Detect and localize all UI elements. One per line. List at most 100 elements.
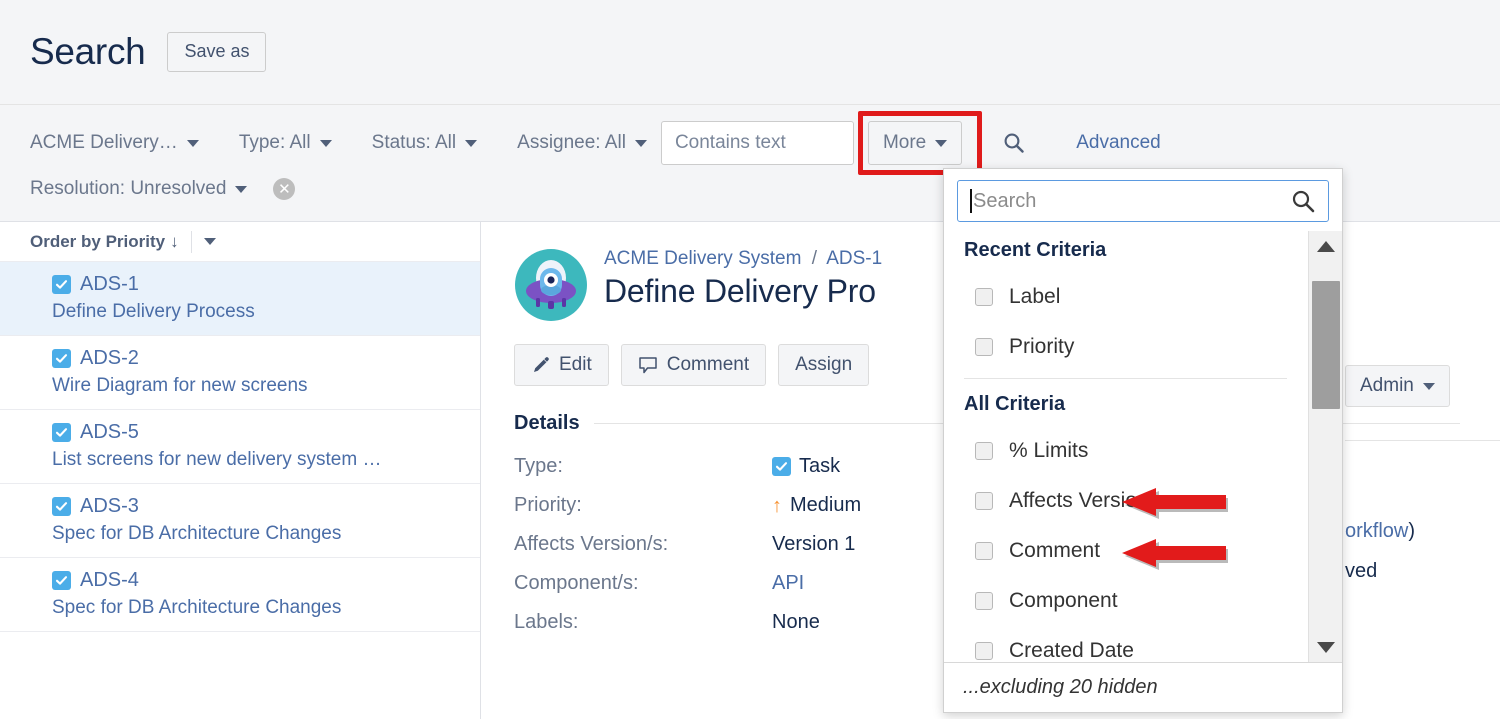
save-as-button[interactable]: Save as [167, 32, 266, 72]
list-item[interactable]: ADS-2 Wire Diagram for new screens [0, 336, 480, 410]
criteria-item-label[interactable]: Label [944, 272, 1307, 322]
chevron-down-icon [1423, 383, 1435, 390]
field-value: None [772, 611, 820, 634]
divider [1345, 440, 1500, 441]
excluded-hidden-note: ...excluding 20 hidden [944, 662, 1342, 712]
assignee-filter-dropdown[interactable]: Assignee: All [517, 124, 661, 162]
criteria-item-created-date[interactable]: Created Date [944, 626, 1307, 662]
assign-button-label: Assign [795, 354, 852, 376]
clear-filters-icon[interactable]: ✕ [273, 178, 295, 200]
field-label: Priority: [514, 494, 772, 517]
criteria-item-affects-version[interactable]: Affects Version [944, 476, 1307, 526]
advanced-search-link[interactable]: Advanced [1076, 132, 1161, 154]
criteria-list-body: Recent Criteria Label Priority All Crite… [944, 231, 1342, 662]
resolution-text-fragment: ved [1345, 560, 1377, 583]
field-value: Medium [790, 494, 861, 517]
checkbox-icon[interactable] [975, 542, 993, 560]
text-cursor [970, 189, 972, 213]
task-icon [772, 457, 791, 476]
criteria-label: Affects Version [1009, 489, 1149, 513]
type-filter-label: Type: All [239, 132, 311, 154]
criteria-item-comment[interactable]: Comment [944, 526, 1307, 576]
checkbox-icon[interactable] [975, 442, 993, 460]
more-button-wrapper: More [868, 121, 962, 165]
criteria-label: Priority [1009, 335, 1074, 359]
issue-summary: Wire Diagram for new screens [52, 375, 464, 397]
issue-key: ADS-3 [80, 495, 139, 518]
issue-title: Define Delivery Pro [604, 273, 882, 310]
resolution-filter-dropdown[interactable]: Resolution: Unresolved [30, 170, 261, 208]
breadcrumb-issue-link[interactable]: ADS-1 [826, 248, 882, 269]
issue-list-header: Order by Priority ↓ [0, 222, 480, 262]
list-item[interactable]: ADS-1 Define Delivery Process [0, 262, 480, 336]
criteria-scrollbar[interactable] [1308, 231, 1342, 662]
scroll-up-arrow-icon[interactable] [1309, 231, 1342, 261]
criteria-search-field[interactable]: Search [957, 180, 1329, 222]
criteria-label: % Limits [1009, 439, 1088, 463]
type-filter-dropdown[interactable]: Type: All [239, 124, 346, 162]
issue-summary: List screens for new delivery system … [52, 449, 464, 471]
field-value-wrapper: ↑ Medium [772, 494, 861, 517]
task-icon [52, 423, 71, 442]
field-value-link[interactable]: API [772, 572, 804, 595]
breadcrumb: ACME Delivery System / ADS-1 [604, 248, 882, 270]
page-header: Search Save as [0, 0, 1500, 105]
criteria-item-priority[interactable]: Priority [944, 322, 1307, 372]
checkbox-icon[interactable] [975, 592, 993, 610]
order-by-button[interactable]: Order by Priority ↓ [30, 232, 179, 252]
comment-button-label: Comment [667, 354, 749, 376]
order-by-chevron-down-icon[interactable] [204, 238, 216, 245]
breadcrumb-project-link[interactable]: ACME Delivery System [604, 248, 801, 269]
scrollbar-thumb[interactable] [1312, 281, 1340, 409]
contains-text-input[interactable] [661, 121, 854, 165]
criteria-item-component[interactable]: Component [944, 576, 1307, 626]
criteria-item-percent-limits[interactable]: % Limits [944, 426, 1307, 476]
criteria-label: Component [1009, 589, 1118, 613]
status-filter-dropdown[interactable]: Status: All [372, 124, 492, 162]
divider [191, 231, 192, 253]
field-label: Affects Version/s: [514, 533, 772, 556]
project-filter-label: ACME Delivery… [30, 132, 178, 154]
chevron-down-icon [235, 186, 247, 193]
task-icon [52, 571, 71, 590]
status-filter-label: Status: All [372, 132, 457, 154]
chevron-down-icon [935, 140, 947, 147]
edit-button[interactable]: Edit [514, 344, 609, 386]
details-heading: Details [514, 412, 580, 435]
checkbox-icon[interactable] [975, 288, 993, 306]
assign-button[interactable]: Assign [778, 344, 869, 386]
issue-summary: Spec for DB Architecture Changes [52, 523, 464, 545]
checkbox-icon[interactable] [975, 492, 993, 510]
list-item[interactable]: ADS-5 List screens for new delivery syst… [0, 410, 480, 484]
more-button-label: More [883, 132, 926, 154]
speech-bubble-icon [638, 356, 658, 375]
issue-heading-block: ACME Delivery System / ADS-1 Define Deli… [604, 248, 882, 322]
issue-key-row: ADS-4 [52, 569, 464, 592]
pencil-icon [531, 356, 550, 375]
jira-search-screen: Search Save as ACME Delivery… Type: All … [0, 0, 1500, 719]
edit-button-label: Edit [559, 354, 592, 376]
issue-key: ADS-4 [80, 569, 139, 592]
checkbox-icon[interactable] [975, 338, 993, 356]
recent-criteria-heading: Recent Criteria [944, 231, 1307, 272]
more-criteria-button[interactable]: More [868, 121, 962, 165]
project-filter-dropdown[interactable]: ACME Delivery… [30, 124, 213, 162]
assignee-filter-label: Assignee: All [517, 132, 626, 154]
chevron-down-icon [635, 140, 647, 147]
workflow-link-fragment[interactable]: orkflow) [1345, 520, 1415, 543]
search-icon [1290, 188, 1316, 214]
comment-button[interactable]: Comment [621, 344, 766, 386]
scroll-down-arrow-icon[interactable] [1309, 632, 1342, 662]
criteria-label: Comment [1009, 539, 1100, 563]
filter-row-primary: ACME Delivery… Type: All Status: All Ass… [30, 119, 1500, 167]
priority-up-icon: ↑ [772, 496, 782, 516]
admin-button[interactable]: Admin [1345, 365, 1450, 407]
task-icon [52, 275, 71, 294]
criteria-label: Created Date [1009, 639, 1134, 662]
list-item[interactable]: ADS-3 Spec for DB Architecture Changes [0, 484, 480, 558]
sort-descending-icon: ↓ [170, 232, 179, 252]
checkbox-icon[interactable] [975, 642, 993, 660]
list-item[interactable]: ADS-4 Spec for DB Architecture Changes [0, 558, 480, 632]
search-submit-button[interactable] [998, 127, 1030, 159]
workflow-paren: ) [1408, 520, 1415, 542]
